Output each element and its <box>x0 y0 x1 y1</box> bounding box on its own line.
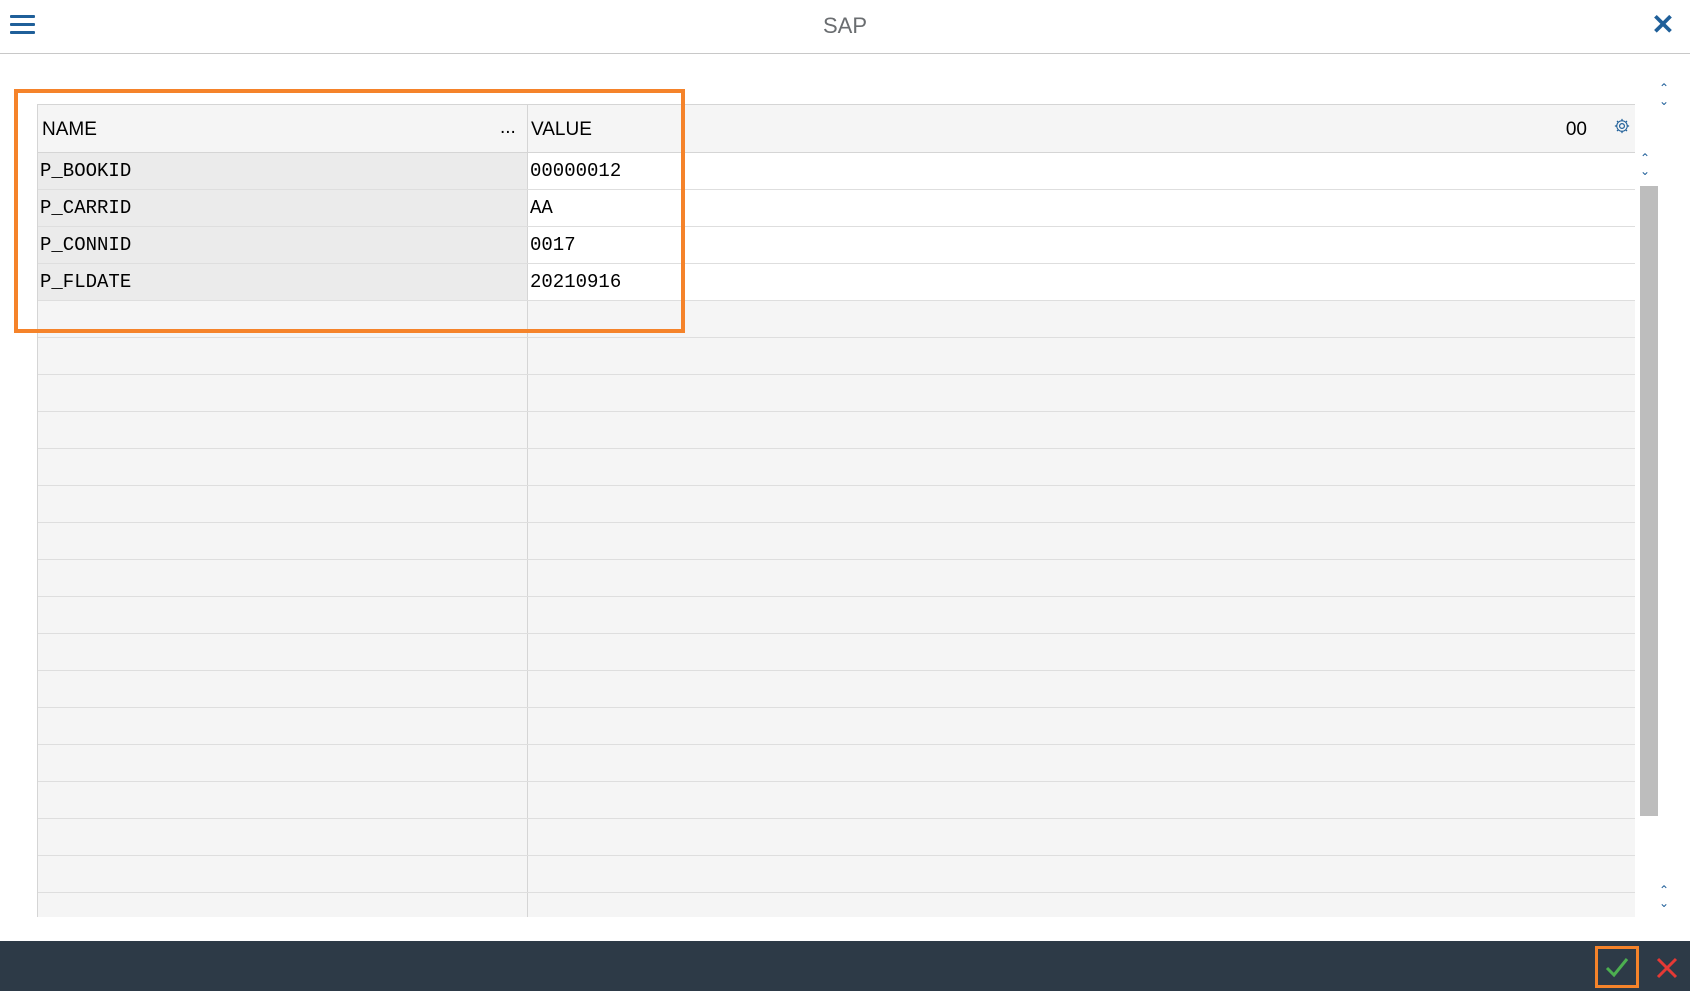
vertical-scrollbar[interactable] <box>1640 186 1658 816</box>
empty-cell <box>38 338 527 374</box>
parameter-table: NAME ... VALUE 00 P_BOOKID 00000012 P_CA… <box>37 104 1635 917</box>
empty-row <box>38 856 1635 893</box>
empty-row <box>38 745 1635 782</box>
empty-cell <box>528 597 1635 633</box>
empty-row <box>38 486 1635 523</box>
page-scroll-down-icon[interactable]: ⌄ <box>1657 897 1671 910</box>
param-name-cell: P_CARRID <box>38 190 527 226</box>
param-value-cell[interactable]: 0017 <box>528 227 1635 263</box>
empty-cell <box>38 449 527 485</box>
table-row[interactable]: P_CARRID AA <box>38 190 1635 227</box>
empty-row <box>38 671 1635 708</box>
empty-cell <box>528 560 1635 596</box>
empty-cell <box>528 634 1635 670</box>
empty-cell <box>38 893 527 917</box>
empty-cell <box>528 412 1635 448</box>
param-name-cell: P_BOOKID <box>38 153 527 189</box>
empty-cell <box>38 486 527 522</box>
empty-cell <box>38 856 527 892</box>
grid-scroll-arrows: ⌃ ⌄ <box>1638 152 1652 178</box>
empty-cell <box>38 671 527 707</box>
close-icon[interactable]: ✕ <box>1650 11 1676 39</box>
cross-icon <box>1656 957 1678 979</box>
empty-row <box>38 634 1635 671</box>
table-header: NAME ... VALUE 00 <box>38 105 1635 153</box>
empty-cell <box>528 449 1635 485</box>
empty-cell <box>528 301 1635 337</box>
empty-cell <box>528 893 1635 917</box>
grid-scroll-down-icon[interactable]: ⌄ <box>1638 165 1652 178</box>
empty-cell <box>38 301 527 337</box>
page-title: SAP <box>822 13 868 38</box>
column-options-button[interactable]: ... <box>500 117 516 139</box>
empty-cell <box>38 819 527 855</box>
empty-cell <box>528 375 1635 411</box>
empty-cell <box>38 745 527 781</box>
footer-bar <box>0 941 1690 991</box>
param-name-cell: P_CONNID <box>38 227 527 263</box>
empty-row <box>38 708 1635 745</box>
param-value-cell[interactable]: 00000012 <box>528 153 1635 189</box>
empty-row <box>38 449 1635 486</box>
column-header-value[interactable]: VALUE <box>531 119 592 141</box>
empty-row <box>38 782 1635 819</box>
empty-row <box>38 375 1635 412</box>
empty-cell <box>528 745 1635 781</box>
empty-row <box>38 819 1635 856</box>
confirm-button[interactable] <box>1595 946 1639 988</box>
empty-cell <box>38 597 527 633</box>
empty-cell <box>38 412 527 448</box>
column-header-name[interactable]: NAME <box>42 119 97 141</box>
empty-cell <box>38 782 527 818</box>
bottom-scroll-arrows: ⌃ ⌄ <box>1657 884 1671 910</box>
empty-cell <box>528 856 1635 892</box>
empty-cell <box>38 634 527 670</box>
cancel-button[interactable] <box>1649 950 1685 986</box>
empty-cell <box>38 523 527 559</box>
empty-cell <box>38 708 527 744</box>
param-name-cell: P_FLDATE <box>38 264 527 300</box>
empty-cell <box>528 523 1635 559</box>
gear-icon[interactable] <box>1613 117 1631 135</box>
row-count: 00 <box>1565 119 1587 140</box>
top-scroll-arrows: ⌃ ⌄ <box>1657 82 1671 108</box>
empty-row <box>38 412 1635 449</box>
empty-cell <box>528 671 1635 707</box>
table-row[interactable]: P_BOOKID 00000012 <box>38 153 1635 190</box>
empty-cell <box>528 486 1635 522</box>
empty-cell <box>528 708 1635 744</box>
param-value-cell[interactable]: AA <box>528 190 1635 226</box>
empty-row <box>38 893 1635 917</box>
checkmark-icon <box>1605 958 1629 978</box>
empty-row <box>38 523 1635 560</box>
empty-cell <box>528 782 1635 818</box>
empty-row <box>38 560 1635 597</box>
empty-cell <box>528 819 1635 855</box>
title-bar: SAP ✕ <box>0 0 1690 54</box>
scroll-down-icon[interactable]: ⌄ <box>1657 95 1671 108</box>
table-body: P_BOOKID 00000012 P_CARRID AA P_CONNID 0… <box>38 153 1635 917</box>
empty-cell <box>528 338 1635 374</box>
empty-cell <box>38 375 527 411</box>
empty-row <box>38 597 1635 634</box>
empty-cell <box>38 560 527 596</box>
param-value-cell[interactable]: 20210916 <box>528 264 1635 300</box>
empty-row <box>38 301 1635 338</box>
table-row[interactable]: P_CONNID 0017 <box>38 227 1635 264</box>
empty-row <box>38 338 1635 375</box>
table-row[interactable]: P_FLDATE 20210916 <box>38 264 1635 301</box>
